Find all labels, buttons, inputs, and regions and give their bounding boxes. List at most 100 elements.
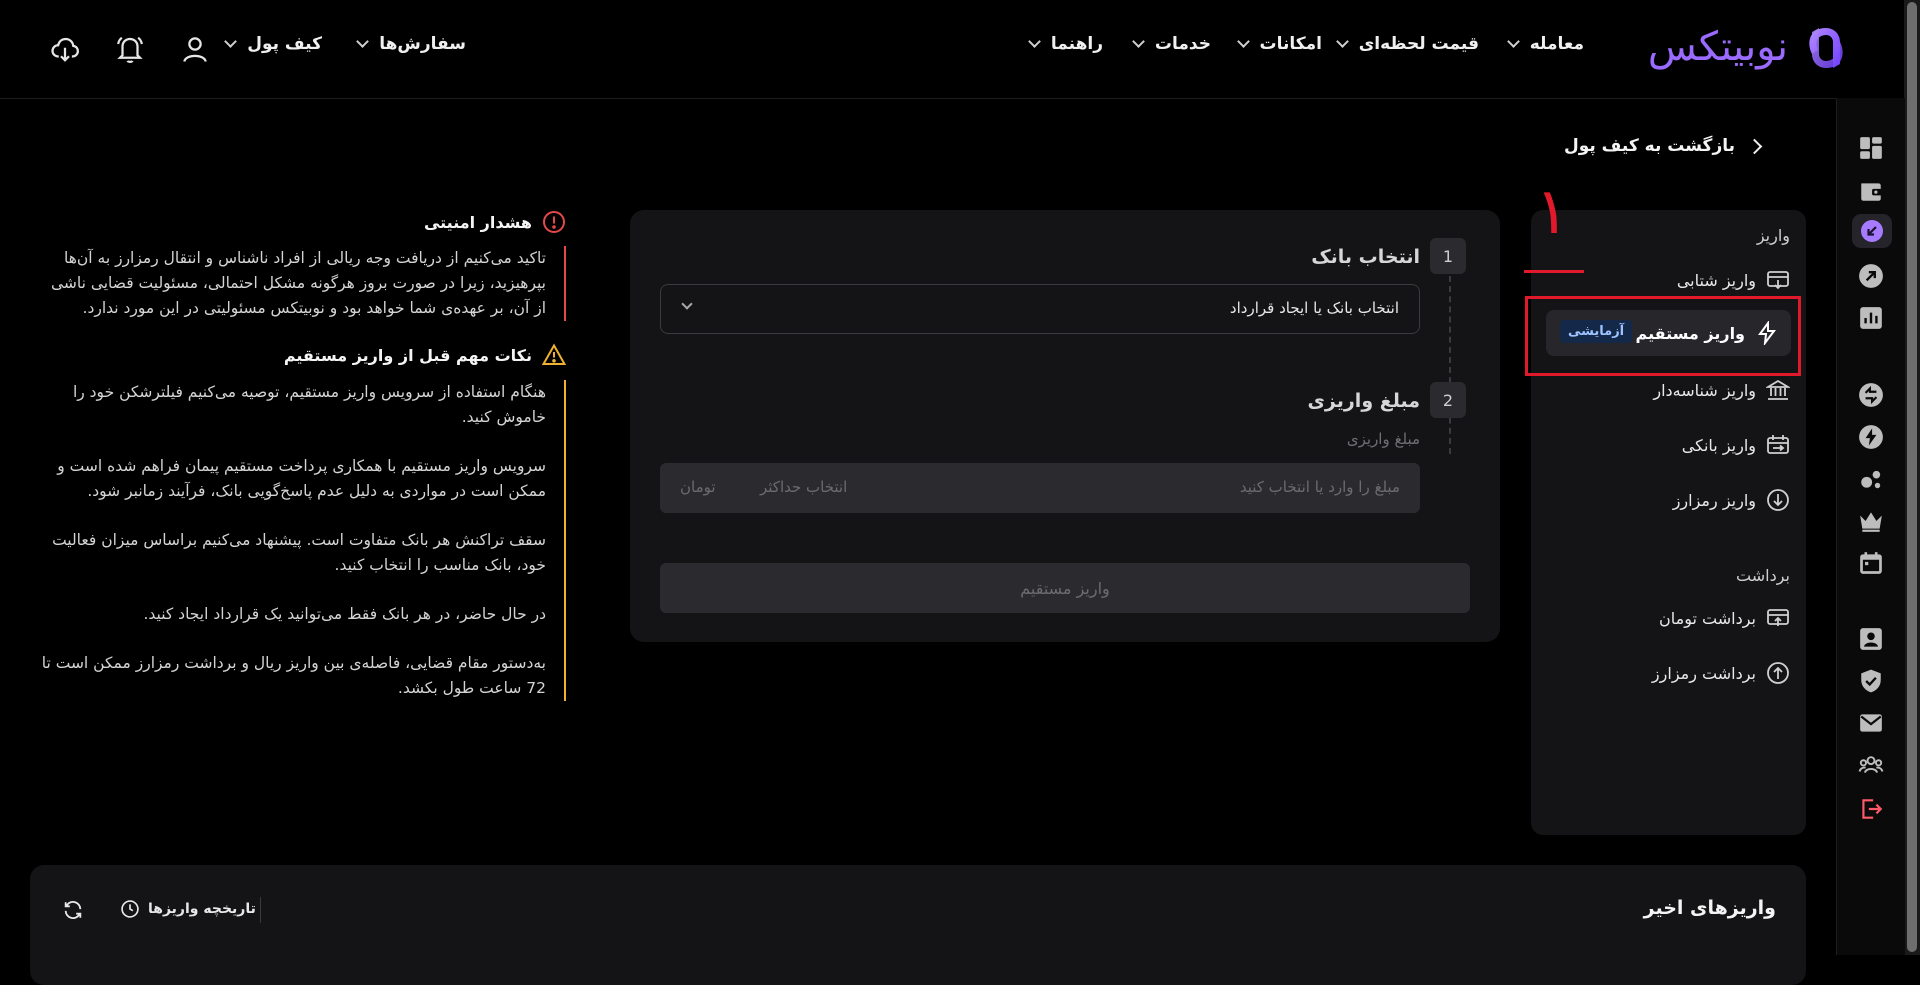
back-to-wallet-label: بازگشت به کیف پول [1563, 136, 1735, 156]
bank-transfer-icon [1767, 435, 1789, 454]
crown-icon[interactable] [1858, 508, 1884, 534]
step-1-title: انتخاب بانک [1311, 246, 1420, 268]
side-rail [1836, 98, 1905, 955]
top-navbar: نوبیتکس معامله قیمت لحظه‌ای امکانات خدما… [0, 0, 1904, 99]
recent-deposits-title: واریزهای اخیر [1643, 897, 1776, 919]
chevron-down-icon [1335, 35, 1349, 48]
exchange-icon[interactable] [1858, 382, 1884, 408]
currency-unit: تومان [680, 478, 716, 496]
menu-item-label: برداشت رمزارز [1651, 663, 1756, 683]
withdraw-arrow-icon[interactable] [1858, 263, 1884, 289]
profile-card-icon[interactable] [1858, 626, 1884, 652]
staking-icon[interactable] [1858, 466, 1884, 492]
bell-icon[interactable] [115, 34, 145, 64]
crypto-up-icon [1767, 662, 1789, 684]
menu-item-id-deposit[interactable]: واریز شناسه‌دار [1653, 378, 1790, 402]
card-deposit-icon [1767, 271, 1789, 290]
annotation-underline [1524, 270, 1584, 273]
logout-icon[interactable] [1858, 796, 1884, 822]
note-item: سقف تراکنش هر بانک متفاوت است. پیشنهاد م… [52, 531, 546, 574]
recent-deposits-card: واریزهای اخیر تاریخچه واریزها [30, 865, 1806, 985]
nav-services[interactable]: خدمات [1132, 34, 1211, 54]
step-2-title: مبلغ واریزی [1307, 390, 1421, 412]
page-scrollbar[interactable] [1904, 0, 1920, 955]
security-warning-heading: هشدار امنیتی [424, 210, 566, 234]
chevron-down-icon [1236, 35, 1250, 48]
menu-item-label: واریز رمزارز [1672, 490, 1756, 510]
clock-icon [121, 900, 139, 918]
menu-item-label: واریز بانکی [1681, 435, 1756, 455]
alert-circle-icon [543, 211, 565, 233]
scrollbar-thumb[interactable] [1907, 2, 1917, 952]
chart-icon[interactable] [1858, 305, 1884, 331]
note-item: به‌دستور مقام قضایی، فاصله‌ی بین واریز ر… [41, 654, 546, 697]
nav-guide[interactable]: راهنما [1028, 34, 1103, 54]
direct-deposit-submit-button[interactable]: واریز مستقیم [660, 563, 1470, 613]
dashboard-icon[interactable] [1858, 135, 1884, 161]
menu-item-label: برداشت تومان [1659, 608, 1756, 628]
step-1-number: 1 [1430, 238, 1466, 274]
nav-orders[interactable]: سفارش‌ها [356, 34, 466, 54]
annotation-number: ۱ [1535, 175, 1570, 249]
menu-item-label: واریز شتابی [1676, 270, 1756, 290]
calendar-icon[interactable] [1858, 550, 1884, 576]
crypto-down-icon [1767, 489, 1789, 511]
shield-check-icon[interactable] [1858, 668, 1884, 694]
deposit-arrow-icon[interactable] [1860, 219, 1884, 243]
notes-heading: نکات مهم قبل از واریز مستقیم [284, 343, 566, 367]
brand-name[interactable]: نوبیتکس [1648, 22, 1789, 72]
note-item: سرویس واریز مستقیم با همکاری پرداخت مستق… [57, 457, 546, 500]
bank-select[interactable]: انتخاب بانک یا ایجاد قرارداد [660, 284, 1420, 334]
amount-sublabel: مبلغ واریزی [1346, 430, 1420, 448]
menu-item-toman-withdraw[interactable]: برداشت تومان [1659, 606, 1790, 630]
select-max-button[interactable]: انتخاب حداکثر [760, 478, 847, 496]
warning-triangle-icon [542, 343, 566, 365]
chevron-down-icon [1506, 35, 1520, 48]
users-group-icon[interactable] [1858, 752, 1884, 778]
download-cloud-icon[interactable] [50, 34, 80, 64]
annotation-highlight-box [1525, 296, 1801, 376]
refresh-icon[interactable] [62, 899, 84, 921]
lightning-circle-icon[interactable] [1858, 424, 1884, 450]
deposit-heading: واریز [1756, 226, 1790, 245]
card-withdraw-icon [1767, 609, 1789, 626]
amount-placeholder: مبلغ را وارد یا انتخاب کنید [1239, 478, 1400, 496]
nav-features[interactable]: امکانات [1236, 34, 1322, 54]
bank-icon [1766, 379, 1790, 400]
bank-select-value: انتخاب بانک یا ایجاد قرارداد [1229, 299, 1399, 317]
note-item: در حال حاضر، در هر بانک فقط می‌توانید یک… [143, 605, 546, 623]
nav-wallet-label: کیف پول [247, 34, 322, 54]
menu-item-crypto-withdraw[interactable]: برداشت رمزارز [1652, 661, 1790, 685]
chevron-down-icon [681, 298, 693, 310]
chevron-down-icon [224, 35, 238, 48]
amount-input[interactable]: مبلغ را وارد یا انتخاب کنید انتخاب حداکث… [660, 463, 1420, 513]
step-2-number: 2 [1430, 382, 1466, 418]
deposit-history-link[interactable]: تاریخچه واریزها [120, 899, 256, 919]
step-connector-line [1449, 276, 1451, 454]
nav-guide-label: راهنما [1050, 34, 1103, 54]
mail-icon[interactable] [1858, 710, 1884, 736]
nav-prices[interactable]: قیمت لحظه‌ای [1335, 34, 1479, 54]
deposit-history-label: تاریخچه واریزها [148, 901, 256, 917]
nav-trade-label: معامله [1529, 34, 1584, 54]
divider [260, 897, 261, 923]
nav-features-label: امکانات [1259, 34, 1322, 54]
nobitex-logo-icon[interactable] [1802, 24, 1850, 72]
notes-body: هنگام استفاده از سرویس واریز مستقیم، توص… [36, 380, 566, 701]
menu-item-crypto-deposit[interactable]: واریز رمزارز [1673, 488, 1790, 512]
security-warning-body: تاکید می‌کنیم از دریافت وجه ریالی از افر… [36, 246, 566, 321]
nav-trade[interactable]: معامله [1506, 34, 1584, 54]
nav-wallet[interactable]: کیف پول [224, 34, 322, 54]
nav-prices-label: قیمت لحظه‌ای [1358, 34, 1479, 54]
menu-item-bank-deposit[interactable]: واریز بانکی [1682, 433, 1790, 457]
menu-item-instant-deposit[interactable]: واریز شتابی [1677, 268, 1790, 292]
wallet-icon[interactable] [1858, 178, 1884, 204]
user-icon[interactable] [180, 34, 210, 64]
chevron-right-icon [1746, 138, 1763, 154]
menu-item-label: واریز شناسه‌دار [1653, 380, 1756, 400]
back-to-wallet-link[interactable]: بازگشت به کیف پول [1563, 136, 1763, 156]
withdraw-heading: برداشت [1736, 566, 1790, 585]
security-warning-text: تاکید می‌کنیم از دریافت وجه ریالی از افر… [50, 249, 546, 317]
chevron-down-icon [1028, 35, 1041, 48]
nav-orders-label: سفارش‌ها [379, 34, 466, 54]
